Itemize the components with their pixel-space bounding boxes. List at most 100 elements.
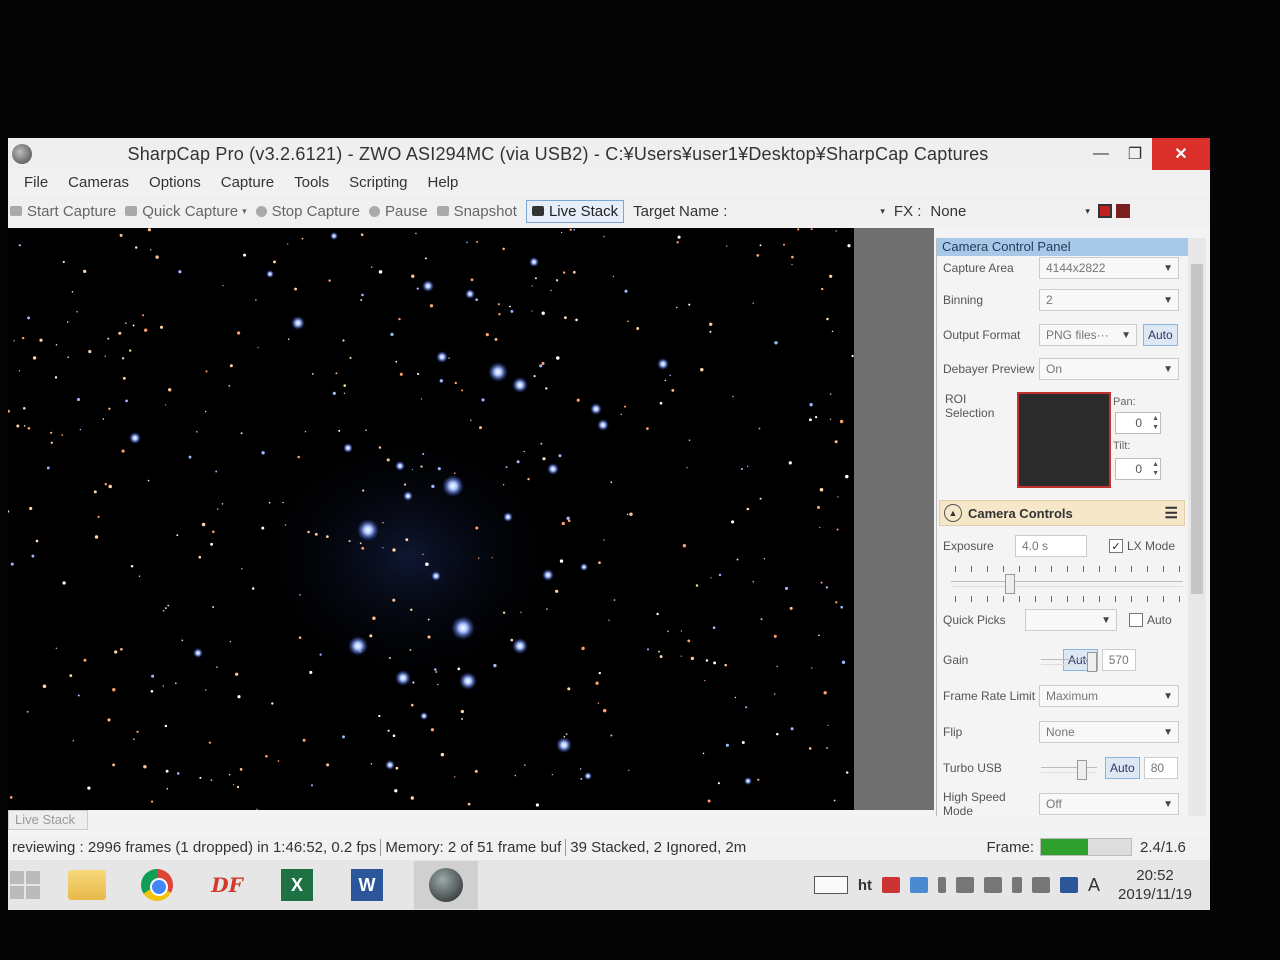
histogram-icon[interactable] — [1115, 204, 1130, 218]
star — [481, 398, 485, 402]
turbo-usb-value-input[interactable]: 80 — [1143, 757, 1178, 779]
taskbar-clock[interactable]: 20:52 2019/11/19 — [1118, 866, 1192, 904]
maximize-button[interactable]: ❐ — [1118, 138, 1152, 170]
collapse-icon[interactable]: ▲ — [944, 504, 962, 522]
word-taskbar-button[interactable]: W — [344, 863, 390, 907]
lx-mode-checkbox[interactable]: ✓ — [1109, 539, 1123, 553]
star — [392, 548, 396, 552]
star — [759, 497, 762, 500]
signal-icon[interactable] — [984, 877, 1003, 893]
ime-mode-indicator[interactable]: A — [1088, 875, 1100, 896]
ht-tray-icon[interactable]: ht — [858, 877, 872, 894]
star — [361, 293, 364, 297]
bluetooth-icon[interactable] — [1012, 877, 1023, 893]
turbo-usb-auto-button[interactable]: Auto — [1105, 757, 1140, 779]
start-capture-button[interactable]: Start Capture — [10, 203, 116, 220]
capture-area-select[interactable]: 4144x2822 ▼ — [1039, 257, 1179, 279]
fx-dropdown-icon[interactable]: ▾ — [1085, 206, 1090, 217]
sharpcap-taskbar-button[interactable] — [414, 861, 478, 909]
quick-picks-auto-checkbox[interactable] — [1129, 613, 1143, 627]
touch-keyboard-icon[interactable] — [813, 876, 848, 894]
file-explorer-taskbar-button[interactable] — [64, 863, 110, 907]
star — [439, 379, 443, 383]
panel-scrollbar[interactable] — [1188, 238, 1206, 816]
action-center-flag-icon[interactable] — [1032, 877, 1051, 893]
battery-icon[interactable] — [938, 877, 947, 893]
target-name-dropdown-icon[interactable]: ▾ — [880, 206, 885, 217]
network-tray-icon[interactable] — [910, 877, 929, 893]
roi-selection-preview[interactable] — [1017, 392, 1111, 488]
live-image-viewport[interactable] — [8, 228, 854, 810]
star — [840, 605, 844, 609]
menu-tools[interactable]: Tools — [294, 174, 329, 191]
exposure-input[interactable]: 4.0 s — [1015, 535, 1087, 557]
gain-slider-thumb[interactable] — [1087, 652, 1097, 672]
pause-button[interactable]: Pause — [369, 203, 428, 220]
high-speed-mode-select[interactable]: Off ▼ — [1039, 793, 1179, 815]
system-tray: ht A 20:52 2019/11/19 — [813, 866, 1210, 904]
star — [261, 451, 265, 455]
exposure-slider[interactable] — [951, 574, 1183, 594]
volume-icon[interactable] — [956, 877, 975, 893]
star — [27, 427, 31, 430]
target-name-input[interactable] — [736, 201, 876, 221]
menu-capture[interactable]: Capture — [221, 174, 274, 191]
windows-start-icon[interactable] — [10, 871, 40, 899]
camera-controls-header[interactable]: ▲ Camera Controls ☰ — [939, 500, 1185, 526]
excel-taskbar-button[interactable]: X — [274, 863, 320, 907]
star — [310, 784, 314, 787]
quick-picks-select[interactable]: ▼ — [1025, 609, 1117, 631]
star — [712, 626, 716, 630]
live-stack-tab[interactable]: Live Stack — [8, 810, 88, 830]
turbo-usb-slider[interactable] — [1041, 760, 1097, 780]
star — [176, 534, 179, 537]
binning-row: Binning 2 ▼ — [943, 288, 1183, 312]
exposure-slider-thumb[interactable] — [1005, 574, 1015, 594]
star — [370, 266, 373, 268]
turbo-usb-slider-thumb[interactable] — [1077, 760, 1087, 780]
turbo-usb-value: 80 — [1150, 761, 1165, 775]
star — [369, 634, 373, 638]
chevron-down-icon[interactable]: ▾ — [242, 206, 247, 217]
binning-select[interactable]: 2 ▼ — [1039, 289, 1179, 311]
star — [602, 708, 607, 713]
snapshot-button[interactable]: Snapshot — [436, 203, 517, 220]
menu-options[interactable]: Options — [149, 174, 201, 191]
quick-capture-button[interactable]: Quick Capture ▾ — [125, 203, 247, 220]
star — [409, 649, 412, 651]
star — [628, 769, 630, 771]
debayer-preview-select[interactable]: On ▼ — [1039, 358, 1179, 380]
output-format-auto-button[interactable]: Auto — [1143, 324, 1178, 346]
panel-scrollbar-thumb[interactable] — [1191, 264, 1203, 594]
menu-help[interactable]: Help — [428, 174, 459, 191]
star — [656, 612, 659, 616]
star — [302, 738, 306, 742]
output-format-select[interactable]: PNG files··· ▼ — [1039, 324, 1137, 346]
star — [466, 241, 468, 244]
df-taskbar-button[interactable]: DF — [204, 863, 250, 907]
gain-slider[interactable] — [1041, 652, 1097, 672]
chrome-taskbar-button[interactable] — [134, 863, 180, 907]
stop-capture-button[interactable]: Stop Capture — [255, 203, 360, 220]
hamburger-menu-icon[interactable]: ☰ — [1165, 504, 1178, 522]
high-speed-mode-row: High Speed Mode Off ▼ — [943, 790, 1183, 818]
pan-spinner[interactable]: 0 — [1115, 412, 1161, 434]
live-stack-button[interactable]: Live Stack — [525, 199, 625, 223]
fx-select[interactable]: None — [930, 203, 1076, 220]
menu-file[interactable]: File — [24, 174, 48, 191]
menu-cameras[interactable]: Cameras — [68, 174, 129, 191]
pdf-tray-icon[interactable] — [882, 877, 901, 893]
minimize-button[interactable]: — — [1084, 138, 1118, 170]
tilt-spinner[interactable]: 0 — [1115, 458, 1161, 480]
close-button[interactable]: ✕ — [1152, 138, 1210, 170]
reticule-icon[interactable] — [1097, 204, 1112, 218]
gain-value-input[interactable]: 570 — [1101, 649, 1136, 671]
star — [819, 487, 824, 492]
star — [833, 799, 836, 802]
menu-scripting[interactable]: Scripting — [349, 174, 407, 191]
sharpcap-app-icon[interactable] — [12, 144, 32, 164]
frame-rate-limit-select[interactable]: Maximum ▼ — [1039, 685, 1179, 707]
flip-select[interactable]: None ▼ — [1039, 721, 1179, 743]
display-tray-icon[interactable] — [1060, 877, 1079, 893]
star — [133, 738, 135, 741]
